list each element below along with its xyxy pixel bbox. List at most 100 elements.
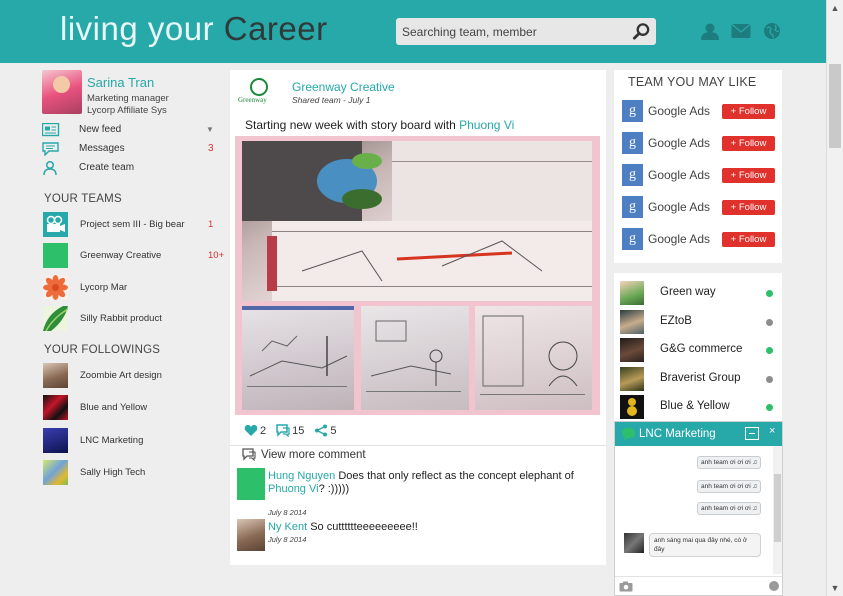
- comment-author-link[interactable]: Ny Kent: [268, 521, 307, 533]
- contact-avatar: [620, 310, 644, 334]
- nav-label: Messages: [79, 143, 125, 154]
- share-count: 5: [330, 424, 337, 437]
- app-logo[interactable]: living your Career: [60, 10, 328, 48]
- contact-item[interactable]: G&G commerce: [620, 338, 780, 362]
- view-more-comment-link[interactable]: View more comment: [242, 448, 366, 461]
- follow-label: Follow: [738, 138, 767, 149]
- comment-date: July 8 2014: [268, 508, 307, 517]
- globe-icon[interactable]: [762, 22, 782, 40]
- camera-icon[interactable]: [619, 581, 633, 592]
- contact-item[interactable]: EZtoB: [620, 310, 780, 334]
- online-status-dot: [766, 404, 773, 411]
- contact-item[interactable]: Blue & Yellow: [620, 395, 780, 419]
- contact-name: EZtoB: [660, 315, 692, 327]
- comments-icon: [242, 448, 256, 461]
- mail-icon[interactable]: [731, 22, 751, 40]
- comment-text: Ny Kent So cutttttteeeeeeeee!!: [268, 521, 598, 534]
- user-icon[interactable]: [700, 22, 720, 40]
- post-team-logo[interactable]: Greenway: [236, 74, 284, 112]
- video-camera-icon: [43, 212, 68, 237]
- chat-scrollbar[interactable]: [773, 446, 782, 574]
- comment-author-link[interactable]: Hung Nguyen: [268, 470, 335, 482]
- contact-name: Green way: [660, 286, 716, 298]
- message-icon: [42, 142, 59, 156]
- following-label: LNC Marketing: [80, 435, 144, 446]
- logo-text: Greenway: [238, 96, 267, 104]
- comment-text: Hung Nguyen Does that only reflect as th…: [268, 470, 598, 496]
- like-stat[interactable]: 2: [244, 424, 266, 437]
- sketch-illustration: [366, 320, 461, 392]
- following-label: Blue and Yellow: [80, 402, 148, 413]
- yellow-figure-icon: [627, 398, 637, 416]
- suggested-team-name[interactable]: Google Ads: [648, 200, 710, 214]
- chat-sender-avatar: [624, 533, 644, 553]
- gallery-photo-3[interactable]: [475, 306, 592, 410]
- gallery-main-photo[interactable]: [242, 141, 592, 301]
- follow-button[interactable]: + Follow: [722, 168, 775, 183]
- contact-name: Blue & Yellow: [660, 400, 730, 412]
- contact-name: G&G commerce: [660, 343, 743, 355]
- contact-avatar: [620, 338, 644, 362]
- scroll-thumb[interactable]: [829, 64, 841, 148]
- scroll-up-arrow-icon[interactable]: ▲: [827, 0, 843, 16]
- chat-message-in: anh sáng mai qua đây nhé, có ở đây: [649, 533, 761, 557]
- team-thumb-greenway: [43, 243, 68, 268]
- contact-item[interactable]: Green way: [620, 281, 780, 305]
- top-header: living your Career: [0, 0, 826, 63]
- comment-body: Does that only reflect as the concept el…: [335, 470, 574, 482]
- suggested-team-name[interactable]: Google Ads: [648, 232, 710, 246]
- contact-item[interactable]: Braverist Group: [620, 367, 780, 391]
- close-icon[interactable]: ×: [769, 425, 775, 437]
- share-icon: [315, 424, 328, 437]
- comment-avatar[interactable]: [237, 519, 265, 551]
- post-mention-link[interactable]: Phuong Vi: [459, 118, 514, 132]
- gallery-photo-2[interactable]: [361, 306, 469, 410]
- nav-dropdown-chevron-icon[interactable]: ▼: [206, 125, 214, 134]
- search-icon[interactable]: [632, 22, 651, 41]
- scroll-down-arrow-icon[interactable]: ▼: [827, 580, 843, 596]
- team-label: Greenway Creative: [80, 250, 162, 261]
- profile-name[interactable]: Sarina Tran: [87, 75, 154, 90]
- contact-avatar: [620, 395, 644, 419]
- comment-body: So cutttttteeeeeeeee!!: [307, 521, 418, 533]
- suggested-team-name[interactable]: Google Ads: [648, 136, 710, 150]
- post-stats: 2 15 5: [244, 424, 337, 437]
- person-add-icon: [43, 161, 57, 175]
- comment-avatar[interactable]: [237, 468, 265, 500]
- follow-button[interactable]: + Follow: [722, 104, 775, 119]
- follow-button[interactable]: + Follow: [722, 136, 775, 151]
- comment-stat[interactable]: 15: [276, 424, 304, 437]
- suggested-team-name[interactable]: Google Ads: [648, 168, 710, 182]
- search-box: [396, 18, 656, 45]
- chat-input-bar[interactable]: [615, 576, 782, 595]
- page-scrollbar[interactable]: ▲ ▼: [826, 0, 843, 596]
- google-g-icon: g: [622, 100, 643, 122]
- suggested-team-row: g Google Ads + Follow: [622, 228, 778, 250]
- chat-scroll-thumb[interactable]: [774, 474, 781, 542]
- profile-avatar[interactable]: [42, 70, 82, 114]
- follow-button[interactable]: + Follow: [722, 232, 775, 247]
- logo-light-text: living your: [60, 10, 215, 47]
- chat-bubble-icon: [622, 428, 635, 441]
- follow-button[interactable]: + Follow: [722, 200, 775, 215]
- gallery-photo-1[interactable]: [242, 306, 354, 410]
- comment-mention-link[interactable]: Phuong Vi: [268, 483, 319, 495]
- following-label: Zoombie Art design: [80, 370, 162, 381]
- view-more-label: View more comment: [261, 448, 366, 461]
- comment-date: July 8 2014: [268, 535, 307, 544]
- follow-label: Follow: [738, 106, 767, 117]
- logo-dark-text: Career: [223, 10, 328, 47]
- suggested-team-name[interactable]: Google Ads: [648, 104, 710, 118]
- emoji-icon[interactable]: [769, 581, 779, 591]
- team-count-badge: 1: [208, 219, 214, 230]
- chat-header[interactable]: LNC Marketing ×: [615, 422, 782, 446]
- online-status-dot: [766, 290, 773, 297]
- share-stat[interactable]: 5: [314, 424, 337, 437]
- news-feed-icon: [42, 123, 60, 137]
- post-photo-gallery: [235, 136, 600, 415]
- following-thumb: [43, 395, 68, 420]
- search-input[interactable]: [402, 22, 626, 41]
- minimize-icon[interactable]: [745, 427, 759, 440]
- post-team-name[interactable]: Greenway Creative: [292, 80, 395, 94]
- comment-tail: ? :))))): [318, 483, 350, 495]
